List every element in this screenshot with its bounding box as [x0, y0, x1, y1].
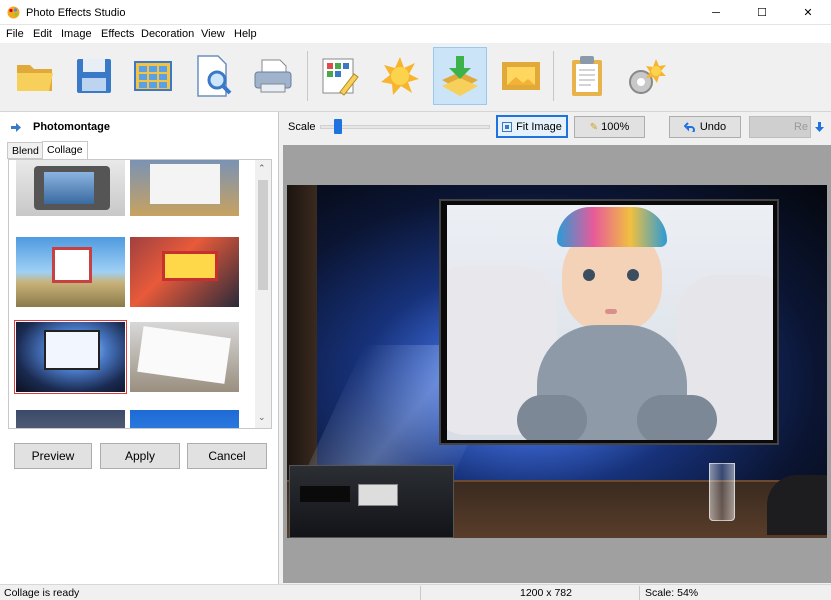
photomontage-panel: Photomontage Blend Collage ⌃ ⌄ Preview A…: [0, 112, 279, 584]
cancel-button[interactable]: Cancel: [187, 443, 267, 469]
preview-label: Preview: [31, 449, 75, 463]
zoom-100-button[interactable]: ✎ 100%: [574, 116, 645, 138]
zoom-icon: ✎: [589, 121, 599, 133]
edit-grid-icon: [322, 58, 359, 96]
apply-label: Apply: [124, 449, 156, 463]
maximize-icon: ☐: [757, 7, 767, 19]
menu-image[interactable]: Image: [61, 28, 92, 40]
zoom-document-icon: [197, 55, 232, 97]
zoom-100-label: 100%: [601, 121, 630, 133]
template-thumbnail[interactable]: [130, 410, 239, 428]
fit-image-button[interactable]: Fit Image: [496, 115, 568, 138]
template-thumbnail[interactable]: [130, 160, 239, 216]
clipboard-button[interactable]: [560, 47, 614, 105]
apply-button[interactable]: Apply: [100, 443, 180, 469]
redo-label: Re: [793, 121, 808, 133]
open-button[interactable]: [8, 47, 62, 105]
minimize-icon: ─: [712, 6, 720, 19]
image-dimensions: 1200 x 782: [520, 587, 572, 599]
sun-effect-icon: [381, 57, 419, 95]
zoom-document-button[interactable]: [186, 47, 240, 105]
scroll-up-icon[interactable]: ⌃: [258, 163, 266, 174]
collage-preview: [287, 185, 827, 538]
minimize-button[interactable]: ─: [693, 0, 739, 25]
frame-button[interactable]: [494, 47, 548, 105]
template-thumbnail[interactable]: [130, 237, 239, 307]
close-icon: ✕: [803, 7, 813, 19]
fit-image-label: Fit Image: [516, 120, 562, 133]
save-button[interactable]: [67, 47, 121, 105]
template-thumbnail[interactable]: [16, 237, 125, 307]
cancel-label: Cancel: [208, 449, 246, 463]
scale-bar: Scale Fit Image ✎ 100% Undo Re: [282, 112, 831, 142]
undo-label: Undo: [699, 121, 727, 133]
menu-bar: File Edit Image Effects Decoration View …: [0, 25, 831, 43]
printer-icon: [254, 59, 292, 93]
status-separator: [420, 586, 421, 600]
app-icon: [7, 6, 20, 19]
frame-icon: [502, 62, 540, 90]
fit-image-icon: [502, 121, 513, 132]
menu-file[interactable]: File: [6, 28, 24, 40]
clipboard-icon: [572, 56, 602, 96]
redo-button[interactable]: Re: [749, 116, 811, 138]
save-icon: [77, 59, 111, 93]
template-thumbnail[interactable]: [16, 410, 125, 428]
window-title: Photo Effects Studio: [26, 7, 126, 19]
photomontage-icon: [442, 56, 478, 96]
scale-label: Scale: [288, 121, 316, 133]
arrow-right-icon: [11, 123, 21, 132]
toolbar-separator: [553, 51, 554, 101]
open-folder-icon: [17, 65, 53, 91]
grid-icon: [134, 61, 172, 91]
template-thumbnail[interactable]: [16, 160, 125, 216]
arrow-down-icon[interactable]: [815, 122, 824, 132]
print-button[interactable]: [246, 47, 300, 105]
undo-button[interactable]: Undo: [669, 116, 741, 138]
tab-collage[interactable]: Collage: [42, 141, 88, 160]
status-text: Collage is ready: [4, 587, 80, 599]
menu-effects[interactable]: Effects: [101, 28, 134, 40]
scrollbar-thumb[interactable]: [258, 180, 268, 290]
menu-view[interactable]: View: [201, 28, 225, 40]
title-bar: Photo Effects Studio ─ ☐ ✕: [0, 0, 831, 25]
status-scale: Scale: 54%: [645, 587, 699, 599]
panel-title: Photomontage: [33, 121, 110, 133]
menu-decoration[interactable]: Decoration: [141, 28, 194, 40]
gallery-scrollbar[interactable]: ⌃ ⌄: [255, 160, 271, 428]
status-bar: Collage is ready 1200 x 782 Scale: 54%: [0, 584, 831, 600]
edit-grid-button[interactable]: [313, 47, 367, 105]
template-thumbnail-selected[interactable]: [14, 320, 127, 394]
photomontage-button[interactable]: [433, 47, 487, 105]
menu-help[interactable]: Help: [234, 28, 257, 40]
template-thumbnail[interactable]: [130, 322, 239, 392]
preview-button[interactable]: Preview: [14, 443, 92, 469]
undo-icon: [683, 122, 695, 132]
projector: [289, 465, 454, 538]
status-separator: [639, 586, 640, 600]
settings-sun-icon: [629, 59, 666, 94]
scale-slider-track[interactable]: [320, 125, 490, 129]
sun-effect-button[interactable]: [373, 47, 427, 105]
close-button[interactable]: ✕: [785, 0, 831, 25]
scale-slider-thumb[interactable]: [334, 119, 342, 134]
image-canvas[interactable]: [283, 145, 831, 583]
settings-button[interactable]: [620, 47, 674, 105]
scroll-down-icon[interactable]: ⌄: [258, 412, 266, 423]
maximize-button[interactable]: ☐: [739, 0, 785, 25]
toolbar: [0, 43, 831, 112]
tab-blend[interactable]: Blend: [7, 142, 44, 159]
grid-button[interactable]: [126, 47, 180, 105]
menu-edit[interactable]: Edit: [33, 28, 52, 40]
baby-photo: [447, 205, 773, 440]
template-gallery: ⌃ ⌄: [8, 159, 272, 429]
toolbar-separator: [307, 51, 308, 101]
